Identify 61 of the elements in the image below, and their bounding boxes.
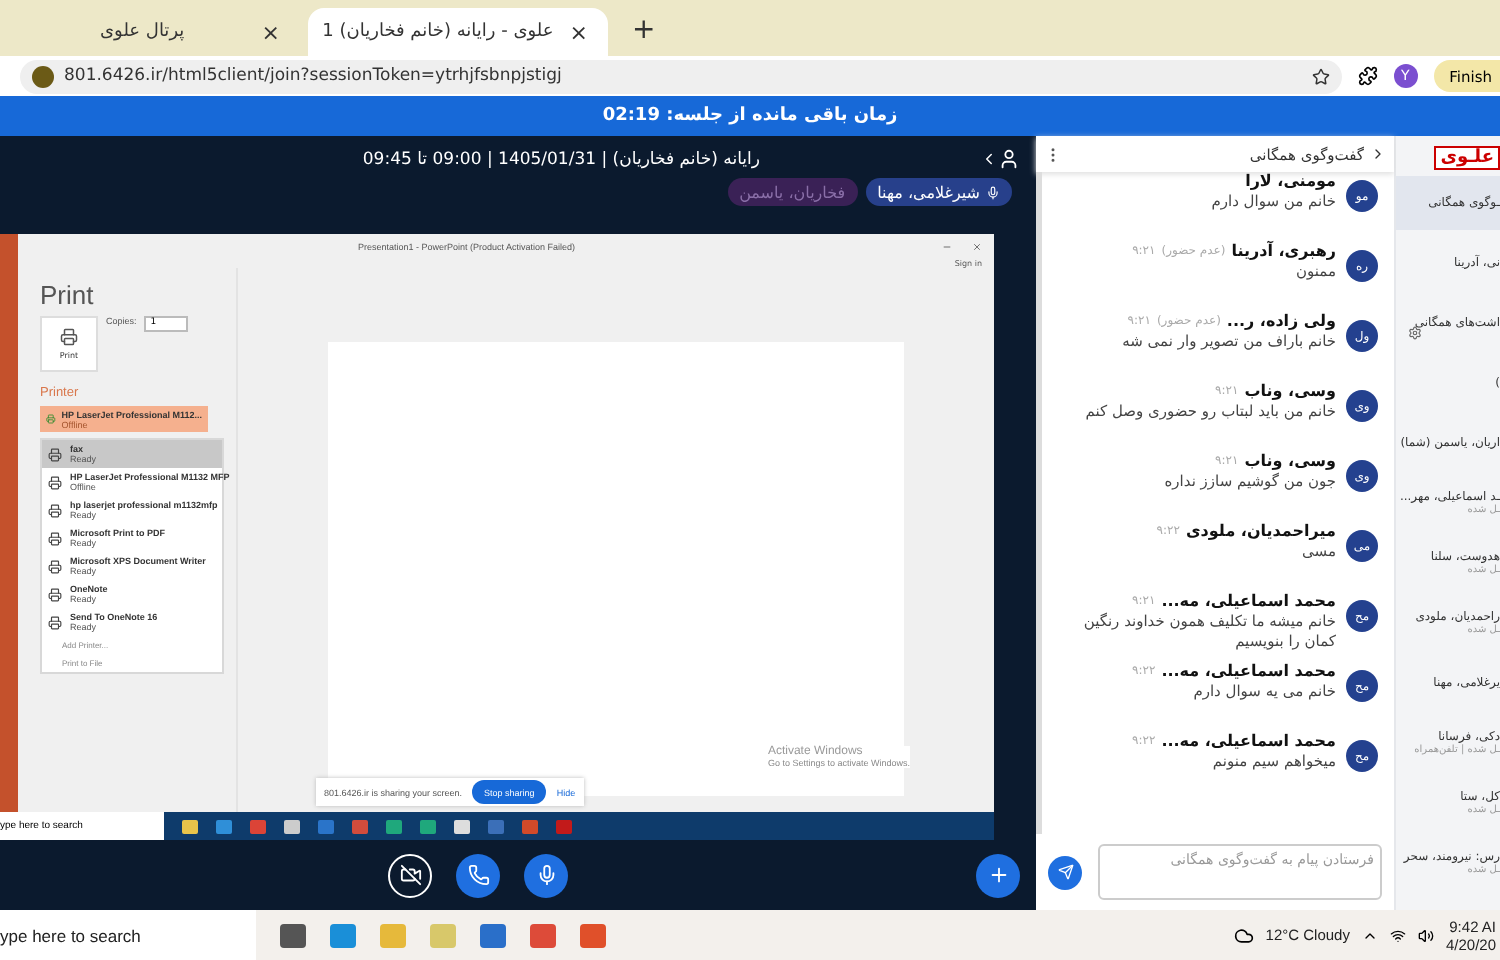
printer-icon	[60, 328, 78, 346]
session-timer: زمان باقی مانده از جلسه: 02:19	[0, 96, 1500, 136]
phone-button[interactable]	[456, 853, 500, 897]
participant-chip: فخاریان، یاسمن	[727, 178, 858, 206]
app-icon[interactable]	[386, 819, 402, 833]
sender-name: مومنی، لارا	[1245, 172, 1336, 190]
sender-name: محمد اسماعیلی، مه...	[1161, 662, 1336, 680]
address-bar[interactable]: 801.6426.ir/html5client/join?sessionToken=ytrhjfsbnpjstigj	[20, 59, 1342, 93]
send-icon	[1057, 864, 1073, 880]
browser-tab[interactable]: × پرتال علوی	[80, 8, 300, 56]
app-icon[interactable]	[182, 819, 198, 833]
close-icon[interactable]: ×	[261, 19, 280, 45]
taskbar-app-icon[interactable]	[330, 923, 356, 947]
new-tab-button[interactable]: +	[632, 14, 656, 46]
sender-name: محمد اسماعیلی، مه...	[1161, 732, 1336, 750]
plus-icon	[987, 864, 1009, 886]
mic-icon	[535, 864, 557, 886]
users-icon[interactable]	[980, 148, 1020, 170]
weather-icon[interactable]	[1233, 925, 1254, 945]
extensions-icon[interactable]	[1357, 66, 1378, 86]
plus-button[interactable]	[976, 853, 1020, 897]
meeting-title: رایانه (خانم فخاریان) | 1405/01/31 | 09:00 تا 09:45	[362, 149, 760, 169]
app-icon[interactable]	[454, 819, 470, 833]
taskbar-app-icon[interactable]	[580, 923, 606, 947]
send-button[interactable]	[1048, 855, 1082, 889]
app-icon[interactable]	[420, 819, 436, 833]
taskbar-app-icon[interactable]	[480, 923, 506, 947]
taskbar-app-icon[interactable]	[280, 923, 306, 947]
taskbar-app-icon[interactable]	[530, 923, 556, 947]
sender-name: رهبری، آدرینا	[1231, 242, 1336, 260]
settings-icon[interactable]	[1408, 326, 1422, 340]
printer-icon	[48, 447, 62, 461]
printer-icon	[48, 531, 62, 545]
sender-name: وسی، وناب	[1244, 452, 1336, 470]
printer-icon	[48, 475, 62, 489]
printer-icon	[48, 559, 62, 573]
mic-button[interactable]	[524, 853, 568, 897]
sender-name: ولی زاده، ر...	[1226, 312, 1336, 330]
print-heading: Print	[40, 280, 96, 310]
printer-icon	[46, 412, 56, 426]
sender-name: وسی، وناب	[1244, 382, 1336, 400]
browser-tab[interactable]: × علوی - رایانه (خانم فخاریان) 1	[308, 8, 608, 56]
star-icon[interactable]	[1311, 67, 1330, 85]
sender-name: محمد اسماعیلی، مه...	[1161, 592, 1336, 610]
site-info-icon[interactable]	[32, 65, 54, 87]
wifi-icon[interactable]	[1389, 927, 1406, 943]
volume-icon[interactable]	[1417, 927, 1434, 943]
printer-icon	[48, 587, 62, 601]
printer-icon	[48, 503, 62, 517]
sender-name: میراحمدیان، ملودی	[1185, 522, 1336, 540]
printer-icon	[48, 615, 62, 629]
mic-icon	[986, 185, 1000, 199]
phone-icon	[467, 864, 489, 886]
participant-chip: شیرغلامی، مهنا	[865, 178, 1012, 206]
camera-button[interactable]	[388, 853, 432, 897]
logo: علـوی	[1434, 146, 1500, 170]
camera-icon	[399, 864, 421, 886]
taskbar-search-field[interactable]: ype here to search	[0, 910, 256, 960]
close-icon[interactable]: ×	[569, 19, 588, 45]
app-icon[interactable]	[284, 819, 300, 833]
chevron-icon	[1370, 146, 1386, 162]
